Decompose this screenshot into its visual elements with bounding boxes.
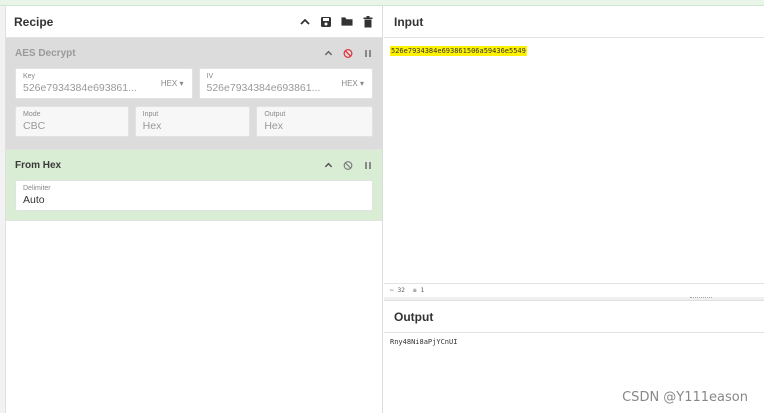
input-length: 32 [397, 287, 405, 294]
op-controls [323, 160, 373, 170]
folder-icon[interactable] [341, 16, 353, 28]
delimiter-label: Delimiter [23, 185, 51, 192]
mode-value: CBC [23, 120, 46, 132]
iv-field[interactable]: IV 526e7934384e693861... HEX ▾ [198, 68, 373, 99]
key-iv-row: Key 526e7934384e693861... HEX ▾ IV 526e7… [6, 68, 382, 99]
input-format-field[interactable]: Input Hex [134, 106, 251, 137]
trash-icon[interactable] [362, 15, 374, 28]
output-header: Output [384, 301, 764, 333]
input-pane: Input 526e7934384e693861506a59436e5549 [384, 6, 764, 283]
mode-label: Mode [23, 111, 41, 118]
splitter-grip[interactable] [690, 297, 712, 299]
output-format-field[interactable]: Output Hex [256, 106, 373, 137]
output-format-value: Hex [264, 120, 284, 132]
input-lines: 1 [420, 287, 425, 294]
op-header: AES Decrypt [6, 38, 382, 68]
input-title: Input [394, 14, 424, 29]
length-icon: ⋯ [390, 287, 394, 294]
input-format-value: Hex [142, 120, 162, 132]
recipe-pane: Recipe AES Decrypt Key 526e7934384e69386… [6, 6, 383, 413]
pause-icon[interactable] [363, 160, 373, 170]
delimiter-field[interactable]: Delimiter Auto [15, 180, 373, 211]
operation-from-hex[interactable]: From Hex Delimiter Auto [6, 150, 382, 221]
delimiter-value: Auto [23, 194, 45, 206]
op-title: AES Decrypt [15, 47, 76, 59]
recipe-header: Recipe [6, 6, 382, 38]
delimiter-row: Delimiter Auto [6, 180, 382, 211]
chevron-up-icon[interactable] [299, 16, 311, 28]
iv-format-dropdown[interactable]: HEX ▾ [341, 79, 364, 88]
chevron-up-icon[interactable] [323, 48, 333, 58]
op-controls [323, 48, 373, 58]
pause-icon[interactable] [363, 48, 373, 58]
input-status-bar: ⋯ 32 ≡ 1 [384, 283, 764, 297]
recipe-title: Recipe [14, 14, 54, 29]
key-format-dropdown[interactable]: HEX ▾ [161, 79, 184, 88]
disable-icon[interactable] [343, 48, 353, 58]
chevron-up-icon[interactable] [323, 160, 333, 170]
watermark: CSDN @Y111eason [622, 390, 748, 405]
output-title: Output [394, 309, 434, 324]
operation-aes-decrypt[interactable]: AES Decrypt Key 526e7934384e693861... HE… [6, 38, 382, 150]
recipe-toolbar [299, 15, 374, 28]
output-format-label: Output [264, 111, 286, 118]
mode-io-row: Mode CBC Input Hex Output Hex [6, 106, 382, 137]
output-textarea[interactable]: Rny48Ni8aPjYCnUI [390, 337, 764, 347]
disable-icon[interactable] [343, 160, 353, 170]
op-title: From Hex [15, 159, 62, 171]
save-icon[interactable] [320, 16, 332, 28]
input-header: Input [384, 6, 764, 38]
key-field[interactable]: Key 526e7934384e693861... HEX ▾ [15, 68, 193, 99]
lines-icon: ≡ [412, 287, 417, 294]
mode-field[interactable]: Mode CBC [15, 106, 129, 137]
input-format-label: Input [142, 111, 159, 118]
input-textarea[interactable]: 526e7934384e693861506a59436e5549 [390, 46, 527, 56]
op-header: From Hex [6, 150, 382, 180]
